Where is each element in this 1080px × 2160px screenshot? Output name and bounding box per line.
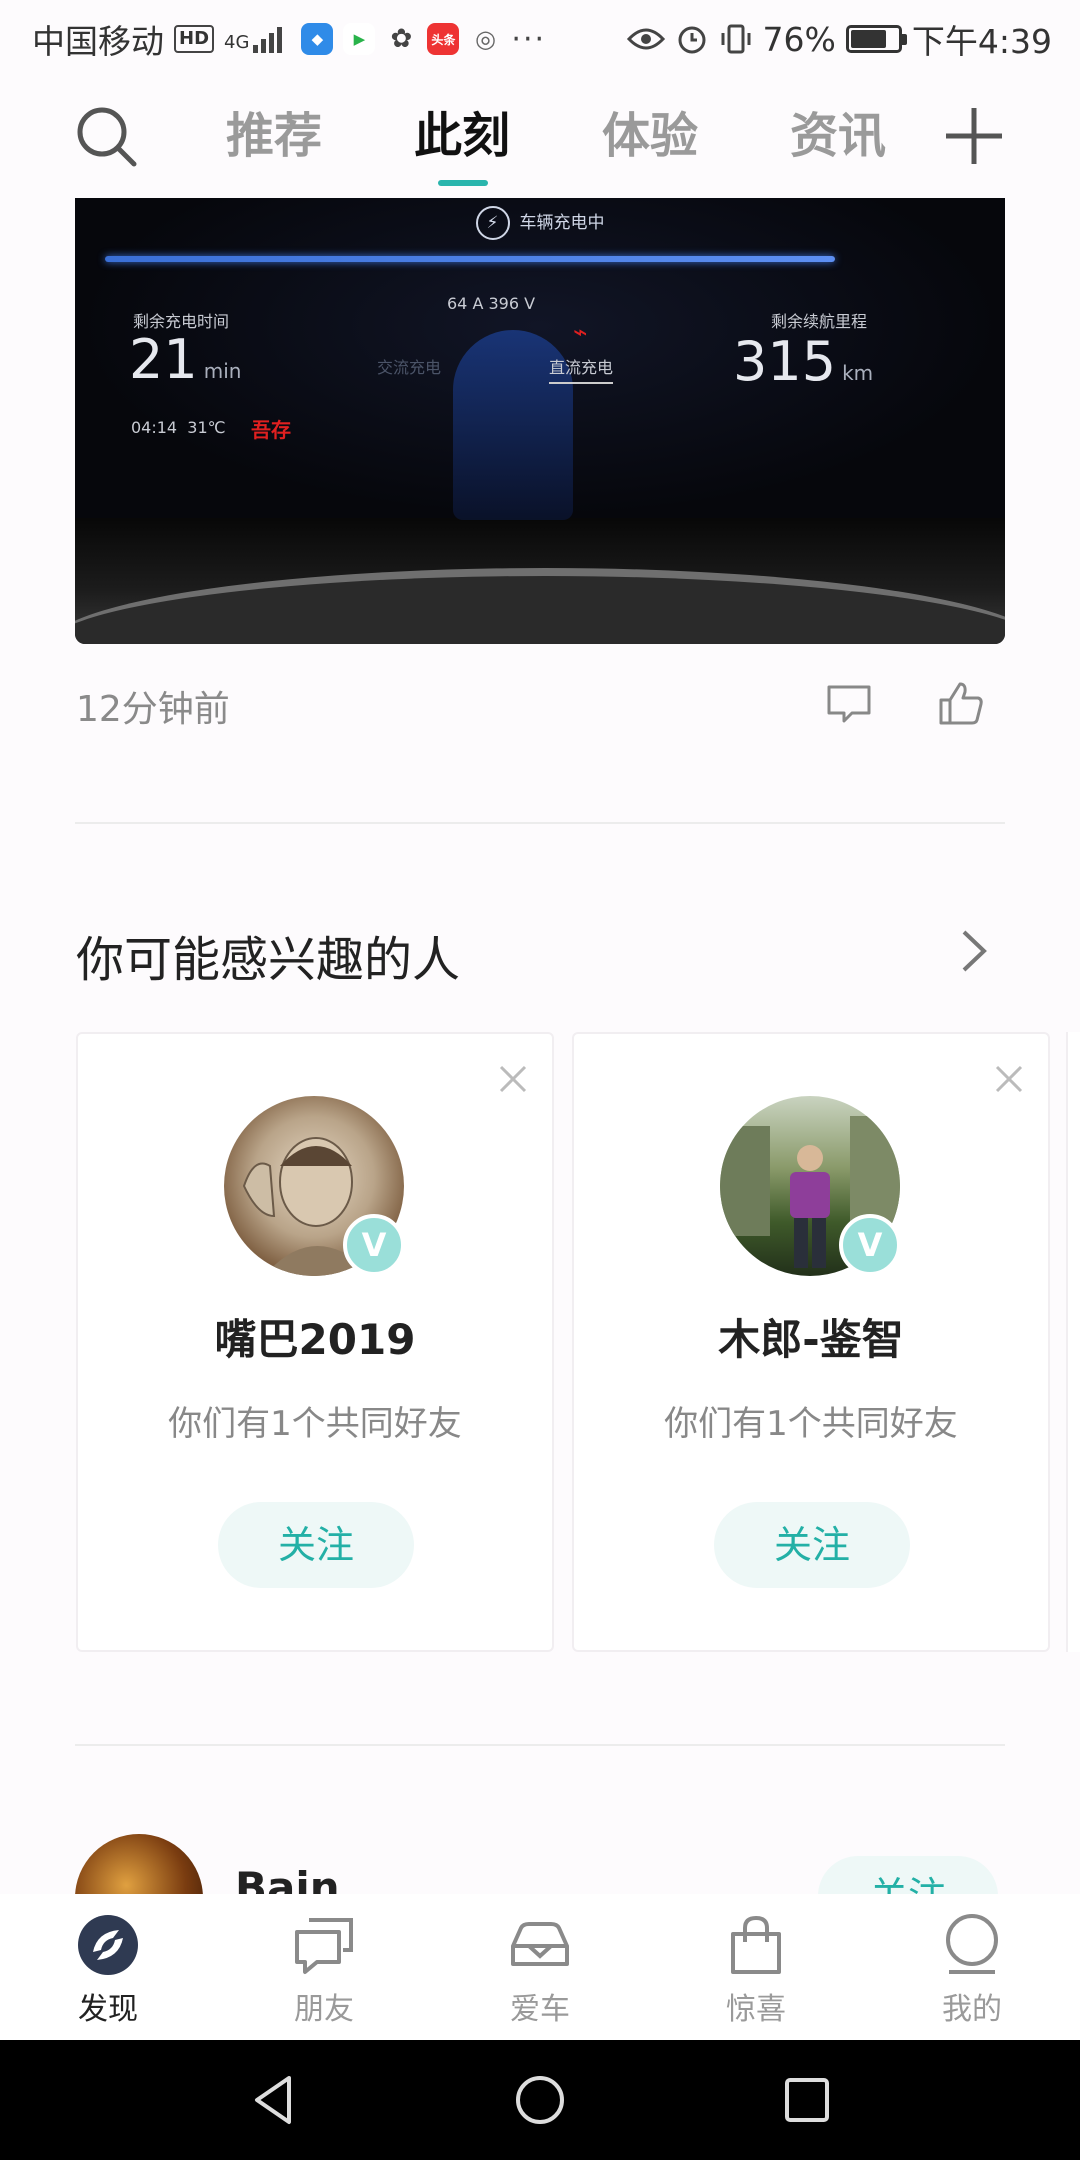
follow-button[interactable]: 关注 (818, 1856, 998, 1894)
signal-icon: 4G (224, 25, 291, 53)
range-label: 剩余续航里程 (771, 312, 868, 331)
range-value: 315 km (733, 330, 874, 393)
tab-recommend[interactable]: 推荐 (180, 96, 368, 176)
person-name[interactable]: 木郎-鉴智 (574, 1306, 1048, 1367)
shield-app-icon: ◆ (301, 23, 334, 55)
ac-charging-label: 交流充电 (377, 358, 442, 377)
back-icon[interactable] (245, 2072, 301, 2128)
avatar[interactable] (75, 1834, 203, 1894)
verified-badge: V (839, 1214, 901, 1276)
post-time: 12分钟前 (76, 689, 230, 730)
tab-bar: 推荐 此刻 体验 资讯 (180, 96, 932, 186)
clock-temp: 04:14 31℃ (131, 418, 226, 437)
shopping-bag-icon (731, 1915, 781, 1974)
charging-plug-icon: ⌁ (573, 318, 588, 346)
dashboard-rim (75, 568, 1005, 644)
remaining-time-value: 21 min (129, 328, 242, 391)
battery-icon (845, 25, 907, 53)
search-icon[interactable] (74, 104, 138, 168)
comment-icon[interactable] (826, 684, 872, 724)
nav-surprise[interactable]: 惊喜 (648, 1894, 864, 2040)
chevron-right-icon[interactable] (956, 926, 992, 976)
wechat-icon: ✿ (390, 24, 413, 54)
close-icon[interactable] (994, 1064, 1024, 1094)
recents-icon[interactable] (779, 2072, 835, 2128)
verified-badge: V (343, 1214, 405, 1276)
follow-button[interactable]: 关注 (714, 1502, 910, 1588)
vibrate-icon (721, 24, 751, 54)
friends-icon (295, 1918, 353, 1974)
car-icon (511, 1922, 569, 1966)
person-card[interactable]: V 木郎-鉴智 你们有1个共同好友 关注 (572, 1032, 1050, 1652)
discover-icon (78, 1915, 138, 1975)
close-icon[interactable] (498, 1064, 528, 1094)
nav-friends[interactable]: 朋友 (216, 1894, 432, 2040)
profile-icon (946, 1914, 998, 1974)
clock: 下午4:39 (911, 22, 1052, 61)
browser-app-icon: ◎ (474, 25, 496, 53)
divider (75, 822, 1005, 824)
dc-charging-label: 直流充电 (549, 354, 614, 384)
handwritten-mark: 吾存 (251, 418, 291, 442)
tab-news[interactable]: 资讯 (744, 96, 932, 176)
news-app-icon: 头条 (427, 23, 460, 55)
current-voltage: 64 A 396 V (447, 294, 536, 313)
person-name[interactable]: Bain (235, 1860, 340, 1894)
top-nav: 推荐 此刻 体验 资讯 (0, 78, 1080, 196)
eye-icon (626, 28, 665, 50)
charge-progress-bar (105, 256, 835, 262)
follow-button[interactable]: 关注 (218, 1502, 414, 1588)
nav-me[interactable]: 我的 (864, 1894, 1080, 2040)
alarm-icon (678, 26, 706, 54)
hd-badge: HD (174, 25, 215, 53)
person-card[interactable]: V 嘴巴2019 你们有1个共同好友 关注 (76, 1032, 554, 1652)
mutual-friends: 你们有1个共同好友 (664, 1404, 958, 1444)
person-name[interactable]: 嘴巴2019 (78, 1306, 552, 1367)
tab-now[interactable]: 此刻 (368, 96, 556, 186)
people-section-title: 你可能感兴趣的人 (76, 932, 461, 988)
tab-experience[interactable]: 体验 (556, 96, 744, 176)
charging-screen: ⚡ 车辆充电中 剩余充电时间 21 min 04:14 31℃ 吾存 64 A 39… (75, 198, 1005, 520)
mutual-friends: 你们有1个共同好友 (168, 1404, 462, 1444)
status-bar: 中国移动 HD 4G ◆ ▶ ✿ 头条 ◎ ··· 76% 下午4:39 (0, 0, 1080, 78)
nav-discover[interactable]: 发现 (0, 1894, 216, 2040)
bottom-nav: 发现 朋友 爱车 惊喜 我的 (0, 1894, 1080, 2040)
like-icon[interactable] (938, 680, 984, 726)
home-icon[interactable] (512, 2072, 568, 2128)
charging-status: ⚡ 车辆充电中 (75, 206, 1005, 240)
nav-car[interactable]: 爱车 (432, 1894, 648, 2040)
system-nav-bar (0, 2040, 1080, 2160)
more-notifications-icon: ··· (511, 21, 547, 57)
battery-percent: 76% (762, 19, 836, 59)
video-app-icon: ▶ (343, 23, 376, 55)
add-icon[interactable] (944, 106, 1004, 166)
divider (75, 1744, 1005, 1746)
post-photo[interactable]: ⚡ 车辆充电中 剩余充电时间 21 min 04:14 31℃ 吾存 64 A 39… (75, 198, 1005, 644)
person-card-edge (1066, 1032, 1080, 1652)
charging-bolt-icon: ⚡ (475, 206, 510, 240)
carrier-label: 中国移动 (32, 22, 164, 61)
